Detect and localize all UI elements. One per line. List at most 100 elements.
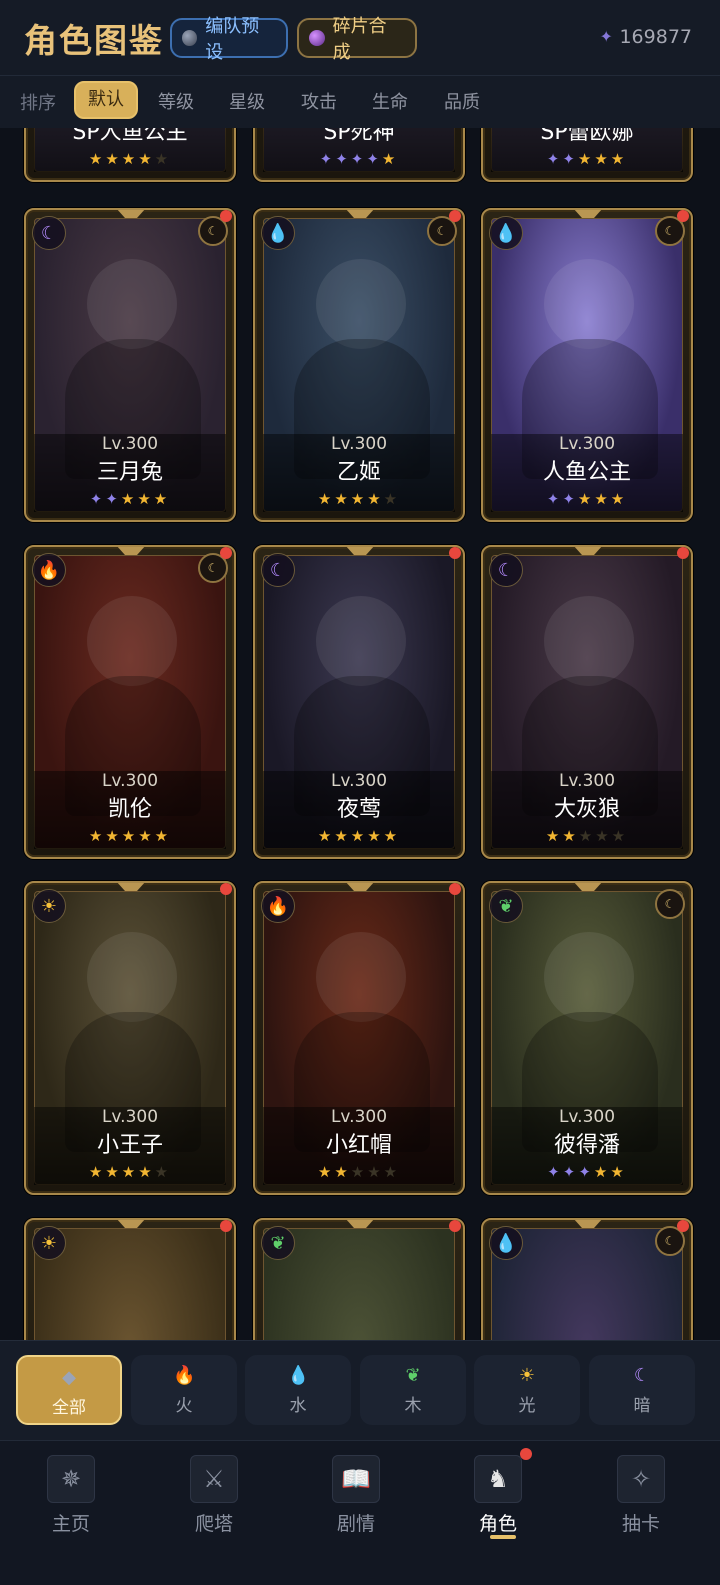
sort-option-default[interactable]: 默认: [74, 81, 138, 119]
new-notification-dot: [220, 1220, 232, 1232]
new-notification-dot: [220, 547, 232, 559]
character-silhouette: [544, 596, 634, 686]
character-card-partial[interactable]: SP死神 ✦✦✦✦★: [253, 128, 465, 182]
filter-label: 木: [404, 1396, 422, 1416]
star-gold: ★: [350, 827, 368, 845]
character-card-partial[interactable]: ❦: [253, 1218, 465, 1356]
nav-item-gacha[interactable]: ✧ 抽卡: [586, 1455, 696, 1536]
character-card-partial[interactable]: 💧 ☾: [481, 1218, 693, 1356]
filter-flame[interactable]: 🔥 火: [131, 1355, 237, 1425]
star-gold: ★: [153, 490, 171, 508]
character-card[interactable]: ☾ Lv.300 夜莺 ★★★★★: [253, 545, 465, 859]
star-gold: ★: [350, 490, 368, 508]
character-card-partial[interactable]: SP蕾欧娜 ✦✦★★★: [481, 128, 693, 182]
character-card[interactable]: ☾ Lv.300 大灰狼 ★★★★★: [481, 545, 693, 859]
star-gold: ★: [121, 827, 139, 845]
character-name: 乙姬: [336, 460, 381, 485]
sort-bar: 排序 默认 等级 星级 攻击 生命 品质: [0, 76, 720, 128]
frame-ornament: [573, 547, 603, 555]
star-empty: ★: [367, 1163, 384, 1181]
new-notification-dot: [677, 547, 689, 559]
star-purple: ✦: [350, 150, 367, 168]
sort-option-hp[interactable]: 生命: [372, 88, 408, 114]
character-card-partial[interactable]: ☀: [24, 1218, 236, 1356]
star-gold: ★: [138, 827, 155, 845]
filter-label: 暗: [633, 1396, 651, 1416]
character-name: 人鱼公主: [542, 460, 631, 485]
filter-gem[interactable]: ◆ 全部: [16, 1355, 122, 1425]
character-card[interactable]: 🔥 Lv.300 小红帽 ★★★★★: [253, 881, 465, 1195]
card-info: SP人鱼公主 ★★★★★: [34, 128, 226, 172]
star-gold: ★: [610, 490, 628, 508]
character-card[interactable]: 💧 ☾ Lv.300 人鱼公主 ✦✦★★★: [481, 208, 693, 522]
character-level: Lv.300: [101, 434, 159, 454]
star-rating: ★★★★★: [34, 150, 226, 168]
header: 角色图鉴 编队预设 碎片合成 ✦ 169877: [0, 0, 720, 76]
star-purple: ✦: [578, 1163, 594, 1181]
character-silhouette: [87, 932, 177, 1022]
frame-ornament: [345, 883, 375, 891]
droplet-icon: 💧: [261, 216, 295, 250]
star-purple: ✦: [547, 1163, 563, 1181]
star-gold: ★: [381, 150, 399, 168]
sort-option-quality[interactable]: 品质: [444, 88, 480, 114]
character-level: Lv.300: [330, 771, 388, 791]
character-card[interactable]: ❦ ☾ Lv.300 彼得潘 ✦✦✦★★: [481, 881, 693, 1195]
character-card[interactable]: 🔥 ☾ Lv.300 凯伦 ★★★★★: [24, 545, 236, 859]
nav-item-home[interactable]: ✵ 主页: [16, 1455, 126, 1536]
star-gold: ★: [105, 150, 122, 168]
character-card[interactable]: ☀ Lv.300 小王子 ★★★★★: [24, 881, 236, 1195]
swords-icon: ⚔: [190, 1455, 238, 1503]
card-info: Lv.300 夜莺 ★★★★★: [263, 771, 455, 849]
sort-label: 排序: [20, 93, 56, 114]
star-purple: ✦: [335, 150, 351, 168]
leaf-icon: ❦: [261, 1226, 295, 1260]
character-level: Lv.300: [558, 1107, 616, 1127]
filter-droplet[interactable]: 💧 水: [245, 1355, 351, 1425]
frame-ornament: [116, 547, 146, 555]
star-rating: ★★★★★: [263, 827, 455, 845]
character-name: 夜莺: [336, 797, 381, 822]
star-gold: ★: [610, 1163, 627, 1181]
sort-option-level[interactable]: 等级: [158, 88, 194, 114]
character-grid: SP人鱼公主 ★★★★★ SP死神 ✦✦✦✦★ SP蕾欧娜 ✦✦★★★ ☾ ☾ Lv.300 三月…: [0, 128, 720, 1356]
character-silhouette: [316, 596, 406, 686]
character-card[interactable]: ☾ ☾ Lv.300 三月兔 ✦✦★★★: [24, 208, 236, 522]
character-icon: ♞: [474, 1455, 522, 1503]
new-notification-dot: [449, 883, 461, 895]
filter-label: 水: [289, 1396, 307, 1416]
frame-ornament: [573, 883, 603, 891]
currency-display: ✦ 169877: [599, 26, 692, 48]
new-notification-dot: [220, 210, 232, 222]
card-info: Lv.300 小王子 ★★★★★: [34, 1107, 226, 1185]
sort-option-stars[interactable]: 星级: [229, 88, 265, 114]
character-level: Lv.300: [101, 1107, 159, 1127]
new-notification-dot: [449, 1220, 461, 1232]
character-silhouette: [87, 596, 177, 686]
star-purple: ✦: [89, 490, 106, 508]
star-gold: ★: [105, 1163, 122, 1181]
sort-option-attack[interactable]: 攻击: [301, 88, 337, 114]
star-gold: ★: [121, 150, 139, 168]
gem-icon: ◆: [62, 1367, 76, 1388]
fragment-synthesis-button[interactable]: 碎片合成: [297, 16, 417, 63]
star-empty: ★: [611, 827, 629, 845]
nav-item-tower[interactable]: ⚔ 爬塔: [159, 1455, 269, 1536]
formation-preset-label: 编队预设: [205, 16, 260, 63]
filter-label: 光: [518, 1396, 536, 1416]
star-gold: ★: [138, 1163, 155, 1181]
star-gold: ★: [105, 827, 122, 845]
filter-sun[interactable]: ☀ 光: [474, 1355, 580, 1425]
formation-preset-button[interactable]: 编队预设: [170, 16, 288, 63]
filter-moon[interactable]: ☾ 暗: [589, 1355, 695, 1425]
nav-item-story[interactable]: 📖 剧情: [301, 1455, 411, 1536]
star-purple: ✦: [562, 490, 578, 508]
character-card[interactable]: 💧 ☾ Lv.300 乙姬 ★★★★★: [253, 208, 465, 522]
nav-item-character[interactable]: ♞ 角色: [443, 1455, 553, 1536]
droplet-icon: 💧: [287, 1365, 310, 1386]
filter-leaf[interactable]: ❦ 木: [360, 1355, 466, 1425]
character-card-partial[interactable]: SP人鱼公主 ★★★★★: [24, 128, 236, 182]
card-info: Lv.300 彼得潘 ✦✦✦★★: [491, 1107, 683, 1185]
fragment-synthesis-label: 碎片合成: [332, 16, 387, 63]
character-level: Lv.300: [330, 1107, 388, 1127]
